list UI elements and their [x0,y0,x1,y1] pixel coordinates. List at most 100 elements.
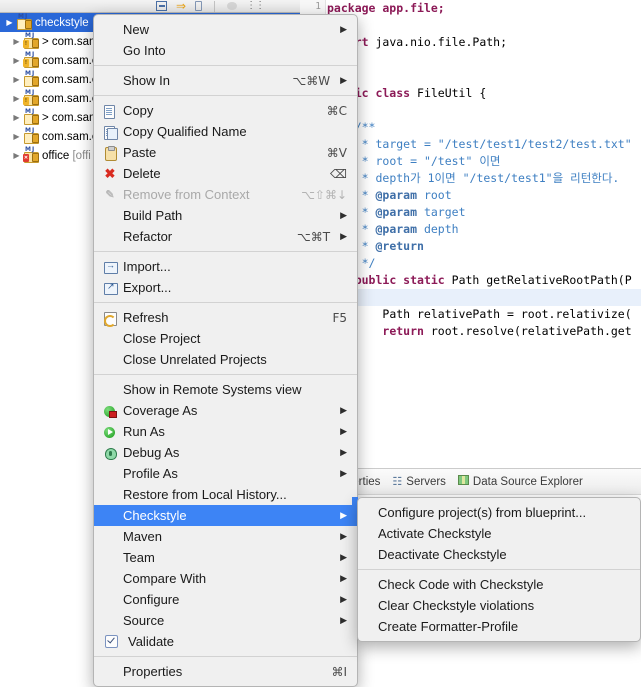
menu-item-close-unrelated-projects[interactable]: Close Unrelated Projects [94,349,357,370]
submenu-arrow-icon: ▶ [340,531,347,541]
menu-item-label: Coverage As [123,403,198,418]
submenu-arrow-icon: ▶ [340,573,347,583]
submenu-item-create-formatter-profile[interactable]: Create Formatter-Profile [358,616,640,637]
collapse-all-icon[interactable] [156,1,167,11]
tree-expand-arrow-icon[interactable]: ▶ [11,37,22,46]
submenu-item-label: Activate Checkstyle [378,526,492,541]
menu-item-label: Compare With [123,571,207,586]
menu-item-new[interactable]: New ▶ [94,19,357,40]
menu-item-copy[interactable]: Copy ⌘C [94,100,357,121]
menu-item-source[interactable]: Source ▶ [94,610,357,631]
code-line: /** [327,119,641,136]
minimize-icon[interactable] [227,2,238,10]
menu-item-show-in[interactable]: Show In ⌥⌘W ▶ [94,70,357,91]
menu-item-refresh[interactable]: Refresh F5 [94,307,357,328]
menu-item-delete[interactable]: ✖ Delete ⌫ [94,163,357,184]
code-token: Path relativePath = root.relativize( [382,307,632,321]
checkstyle-submenu[interactable]: Configure project(s) from blueprint... Ac… [357,497,641,642]
view-tab-data-source-explorer[interactable]: Data Source Explorer [455,475,586,488]
editor-code-area[interactable]: package app.file; import java.nio.file.P… [327,0,641,468]
menu-item-export[interactable]: Export... [94,277,357,298]
submenu-arrow-icon: ▶ [340,468,347,478]
menu-item-label: Close Project [123,331,201,346]
package-folder-icon: M J [22,109,39,125]
menu-item-build-path[interactable]: Build Path ▶ [94,205,357,226]
submenu-item-check-code-with-checkstyle[interactable]: Check Code with Checkstyle [358,574,640,595]
menu-item-label: Configure [123,592,180,607]
menu-separator [94,302,357,303]
menu-item-run-as[interactable]: Run As ▶ [94,421,357,442]
code-line: * @return [327,238,641,255]
menu-item-label: Close Unrelated Projects [123,352,267,367]
menu-item-close-project[interactable]: Close Project [94,328,357,349]
toolbar-icon-group: ⇒ ⋮⋮ [156,0,265,12]
tree-expand-arrow-icon[interactable]: ▶ [11,56,22,65]
menu-item-restore-from-local-history[interactable]: Restore from Local History... [94,484,357,505]
code-token: * depth가 1이면 "/test/test1"을 리턴한다. [354,171,620,185]
menu-item-shortcut: ⌘I [331,664,347,679]
menu-separator [94,65,357,66]
remove-context-icon: ✎ [105,188,115,201]
tree-expand-arrow-icon[interactable]: ▶ [4,18,15,27]
menu-item-team[interactable]: Team ▶ [94,547,357,568]
menu-item-checkstyle[interactable]: Checkstyle ▶ [94,505,357,526]
menu-item-paste[interactable]: Paste ⌘V [94,142,357,163]
data-source-explorer-icon [457,475,469,488]
code-token: * target = "/test/test1/test2/test.txt" [354,137,632,151]
submenu-item-deactivate-checkstyle[interactable]: Deactivate Checkstyle [358,544,640,565]
tree-expand-arrow-icon[interactable]: ▶ [11,94,22,103]
menu-item-remove-from-context: ✎ Remove from Context ⌥⇧⌘↓ [94,184,357,205]
tree-item-label: office [offi [42,149,91,162]
menu-item-validate[interactable]: Validate [94,631,357,652]
tree-expand-arrow-icon[interactable]: ▶ [11,113,22,122]
menu-item-go-into[interactable]: Go Into [94,40,357,61]
menu-separator [94,251,357,252]
code-token: * root = "/test" 이면 [354,154,501,168]
menu-item-configure[interactable]: Configure ▶ [94,589,357,610]
submenu-item-label: Check Code with Checkstyle [378,577,544,592]
menu-separator [94,374,357,375]
menu-item-label: Export... [123,280,172,295]
view-tab-servers[interactable]: ☷ Servers [389,476,449,488]
tree-item-label: checkstyle [35,16,89,29]
code-token: target [417,205,466,219]
submenu-arrow-icon: ▶ [340,552,347,562]
menu-item-copy-qualified-name[interactable]: Copy Qualified Name [94,121,357,142]
submenu-item-configure-projects-from-blueprint[interactable]: Configure project(s) from blueprint... [358,502,640,523]
menu-item-maven[interactable]: Maven ▶ [94,526,357,547]
tree-expand-arrow-icon[interactable]: ▶ [11,132,22,141]
menu-item-properties[interactable]: Properties ⌘I [94,661,357,682]
checkbox-checked-icon[interactable] [105,635,118,648]
menu-item-coverage-as[interactable]: Coverage As ▶ [94,400,357,421]
link-with-editor-icon[interactable]: ⇒ [176,0,186,12]
submenu-item-clear-checkstyle-violations[interactable]: Clear Checkstyle violations [358,595,640,616]
submenu-arrow-icon: ▶ [340,615,347,625]
tree-expand-arrow-icon[interactable]: ▶ [11,75,22,84]
menu-item-import[interactable]: Import... [94,256,357,277]
project-context-menu[interactable]: New ▶ Go Into Show In ⌥⌘W ▶ Copy ⌘C Copy Qualifi… [93,14,358,687]
submenu-arrow-icon: ▶ [340,210,347,220]
view-menu-icon[interactable] [195,1,203,11]
menu-item-refactor[interactable]: Refactor ⌥⌘T ▶ [94,226,357,247]
menu-item-label: Checkstyle [123,508,187,523]
copy-qualified-icon [102,125,119,140]
maximize-icon[interactable]: ⋮⋮ [246,1,265,11]
menu-item-compare-with[interactable]: Compare With ▶ [94,568,357,589]
submenu-item-activate-checkstyle[interactable]: Activate Checkstyle [358,523,640,544]
menu-item-label: Source [123,613,165,628]
menu-item-label: Restore from Local History... [123,487,287,502]
menu-item-show-in-remote-systems-view[interactable]: Show in Remote Systems view [94,379,357,400]
copy-icon [102,104,119,119]
tree-expand-arrow-icon[interactable]: ▶ [11,151,22,160]
menu-item-profile-as[interactable]: Profile As ▶ [94,463,357,484]
code-token: depth [417,222,459,236]
debug-icon [102,446,119,460]
code-token: public static [354,273,452,287]
menu-item-debug-as[interactable]: Debug As ▶ [94,442,357,463]
tree-item-suffix: [offi [72,149,91,162]
submenu-arrow-icon: ▶ [340,447,347,457]
menu-item-shortcut: ⌫ [330,166,347,181]
code-token: @param [375,222,418,236]
menu-item-shortcut: ⌥⌘T [296,229,331,244]
